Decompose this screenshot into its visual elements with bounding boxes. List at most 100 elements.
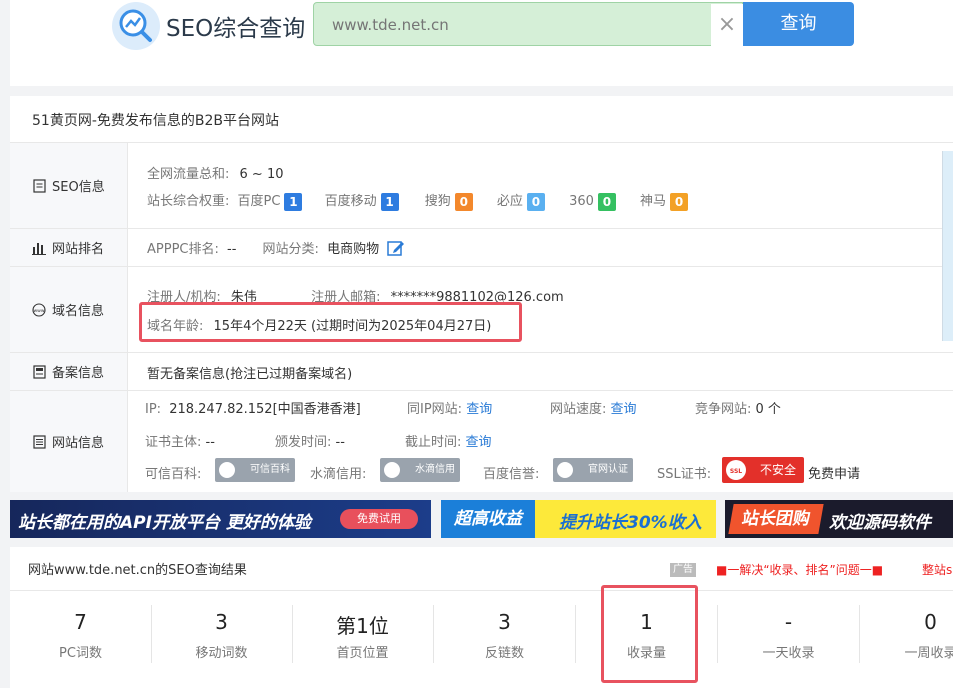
kexin-badge-text: 可信百科 xyxy=(250,464,290,475)
weight-label: 站长综合权重: xyxy=(147,194,230,209)
ssl-apply[interactable]: 免费申请 xyxy=(808,463,860,482)
baidu-badge[interactable]: 官网认证 xyxy=(553,458,633,482)
api-banner-text: 站长都在用的API开放平台 更好的体验 xyxy=(18,513,311,533)
stat-label: PC词数 xyxy=(59,646,102,661)
stat-label: 反链数 xyxy=(484,646,524,661)
stat-label: 首页位置 xyxy=(336,646,389,661)
seo-result-card: 网站www.tde.net.cn的SEO查询结果 广告 ■一解决“收录、排名”问… xyxy=(10,547,953,688)
weight-360-name: 360 xyxy=(569,194,594,209)
stat-value: 第1位 xyxy=(336,614,389,638)
ranking-line: APPPC排名: -- 网站分类: 电商购物 xyxy=(147,238,405,261)
shuidi-badge-text: 水滴信用 xyxy=(415,464,455,475)
revenue-banner[interactable]: 超高收益 提升站长30%收入 xyxy=(441,500,716,538)
ssl-badge[interactable]: SSL 不安全 xyxy=(722,457,804,483)
site-title: 51黄页网-免费发布信息的B2B平台网站 xyxy=(32,113,279,129)
edit-icon[interactable] xyxy=(387,239,405,261)
ranking-body: APPPC排名: -- 网站分类: 电商购物 xyxy=(147,229,953,266)
search-input[interactable] xyxy=(332,15,692,35)
traffic-value: 6 ~ 10 xyxy=(239,167,284,182)
weight-baidu-mobile-badge[interactable]: 1 xyxy=(380,192,399,211)
stat-label: 一天收录 xyxy=(762,646,815,661)
search-button[interactable]: 查询 xyxy=(743,2,854,46)
shuidi-badge[interactable]: 水滴信用 xyxy=(380,458,460,482)
same-ip-label: 同IP网站: xyxy=(407,402,463,417)
revenue-banner-text: 提升站长30%收入 xyxy=(559,513,702,533)
stat-week-indexed[interactable]: 0 一周收录 xyxy=(860,590,953,688)
free-trial-button[interactable]: 免费试用 xyxy=(340,509,418,529)
logo[interactable]: SEO综合查询 xyxy=(112,2,305,50)
clear-icon[interactable]: × xyxy=(711,4,743,46)
weight-line: 站长综合权重: 百度PC 1 百度移动 1 搜狗 0 必应 0 360 0 神马 0 xyxy=(147,190,689,211)
beian-label: 备案信息 xyxy=(52,366,105,381)
ad-link-2[interactable]: 整站s xyxy=(922,561,952,578)
group-buy-banner[interactable]: 站长团购 欢迎源码软件 xyxy=(725,500,953,538)
indexed-highlight xyxy=(601,585,698,683)
weight-shenma-name: 神马 xyxy=(640,194,667,209)
weight-sogou-badge[interactable]: 0 xyxy=(454,192,473,211)
speed-label: 网站速度: xyxy=(550,402,607,417)
stat-pc-words[interactable]: 7 PC词数 xyxy=(10,590,151,688)
shuidi-label: 水滴信用: xyxy=(310,467,367,482)
traffic-line: 全网流量总和: 6 ~ 10 xyxy=(147,163,284,182)
ssl-icon: SSL xyxy=(726,460,746,480)
same-ip-link[interactable]: 查询 xyxy=(466,402,492,417)
revenue-banner-tag: 超高收益 xyxy=(441,500,535,538)
ranking-row: 网站排名 APPPC排名: -- 网站分类: 电商购物 xyxy=(10,228,953,266)
speed-group: 网站速度: 查询 xyxy=(550,398,637,417)
api-platform-banner[interactable]: 站长都在用的API开放平台 更好的体验 免费试用 xyxy=(10,500,431,538)
side-ad-image[interactable] xyxy=(942,151,953,341)
weight-baidu-mobile-name: 百度移动 xyxy=(324,194,377,209)
speed-link[interactable]: 查询 xyxy=(611,402,637,417)
category-value: 电商购物 xyxy=(327,242,380,257)
logo-text: SEO综合查询 xyxy=(166,16,306,42)
weight-360-badge[interactable]: 0 xyxy=(597,192,616,211)
kexin-seal-icon xyxy=(218,461,236,479)
trust-line: 可信百科: 可信百科 水滴信用: 水滴信用 百度信誉: 官网认证 SSL证书: … xyxy=(145,457,925,485)
stat-home-position[interactable]: 第1位 首页位置 xyxy=(292,590,433,688)
result-title: 网站www.tde.net.cn的SEO查询结果 xyxy=(28,563,247,578)
site-info-card: 51黄页网-免费发布信息的B2B平台网站 SEO信息 全网流量总和: 6 ~ 1… xyxy=(10,96,953,492)
weight-baidu-pc-badge[interactable]: 1 xyxy=(284,192,303,211)
issue-label: 颁发时间: xyxy=(275,435,332,450)
domain-age-highlight xyxy=(139,302,522,342)
traffic-label: 全网流量总和: xyxy=(147,167,230,182)
baidu-badge-text: 官网认证 xyxy=(588,464,628,475)
same-ip-group: 同IP网站: 查询 xyxy=(407,398,492,417)
stat-value: 0 xyxy=(924,610,937,634)
kexin-badge[interactable]: 可信百科 xyxy=(215,458,295,482)
weight-sogou-name: 搜狗 xyxy=(424,194,451,209)
stat-value: 3 xyxy=(215,610,228,634)
website-label-cell: 网站信息 xyxy=(10,391,128,492)
svg-text:www: www xyxy=(33,309,44,314)
beian-label-cell: 备案信息 xyxy=(10,353,128,390)
seo-info-row: SEO信息 全网流量总和: 6 ~ 10 站长综合权重: 百度PC 1 百度移动 1… xyxy=(10,142,953,228)
stat-value: - xyxy=(784,610,793,634)
ssl-badge-text: 不安全 xyxy=(759,463,796,477)
website-label: 网站信息 xyxy=(52,436,105,451)
stat-backlinks[interactable]: 3 反链数 xyxy=(434,590,575,688)
beian-text[interactable]: 暂无备案信息(抢注已过期备案域名) xyxy=(147,363,352,382)
svg-text:SSL: SSL xyxy=(730,468,742,475)
seo-info-body: 全网流量总和: 6 ~ 10 站长综合权重: 百度PC 1 百度移动 1 搜狗 0 必… xyxy=(147,143,953,228)
ip-line: IP: 218.247.82.152[中国香港香港] 同IP网站: 查询 网站速… xyxy=(145,398,781,417)
competitor-value: 0 个 xyxy=(755,402,781,417)
weight-bing-name: 必应 xyxy=(496,194,523,209)
stat-label: 一周收录 xyxy=(904,646,953,661)
weight-bing-badge[interactable]: 0 xyxy=(526,192,545,211)
ip-value: 218.247.82.152[中国香港香港] xyxy=(169,402,361,417)
ad-link-1[interactable]: ■一解决“收录、排名”问题一■ xyxy=(716,561,883,578)
weight-shenma-badge[interactable]: 0 xyxy=(670,192,689,211)
category-label: 网站分类: xyxy=(262,242,319,257)
seo-info-label: SEO信息 xyxy=(52,180,105,195)
stat-mobile-words[interactable]: 3 移动词数 xyxy=(151,590,292,688)
cert-line: 证书主体: -- 颁发时间: -- 截止时间: 查询 xyxy=(145,431,492,450)
group-buy-tag: 站长团购 xyxy=(728,504,824,534)
website-body: IP: 218.247.82.152[中国香港香港] 同IP网站: 查询 网站速… xyxy=(145,391,953,492)
expire-label: 截止时间: xyxy=(405,435,462,450)
expire-group: 截止时间: 查询 xyxy=(405,431,492,450)
stat-day-indexed[interactable]: - 一天收录 xyxy=(718,590,859,688)
beian-row: 备案信息 暂无备案信息(抢注已过期备案域名) xyxy=(10,352,953,390)
ranking-label: 网站排名 xyxy=(52,242,105,257)
expire-link[interactable]: 查询 xyxy=(466,435,492,450)
weight-baidu-pc-name: 百度PC xyxy=(237,194,281,209)
